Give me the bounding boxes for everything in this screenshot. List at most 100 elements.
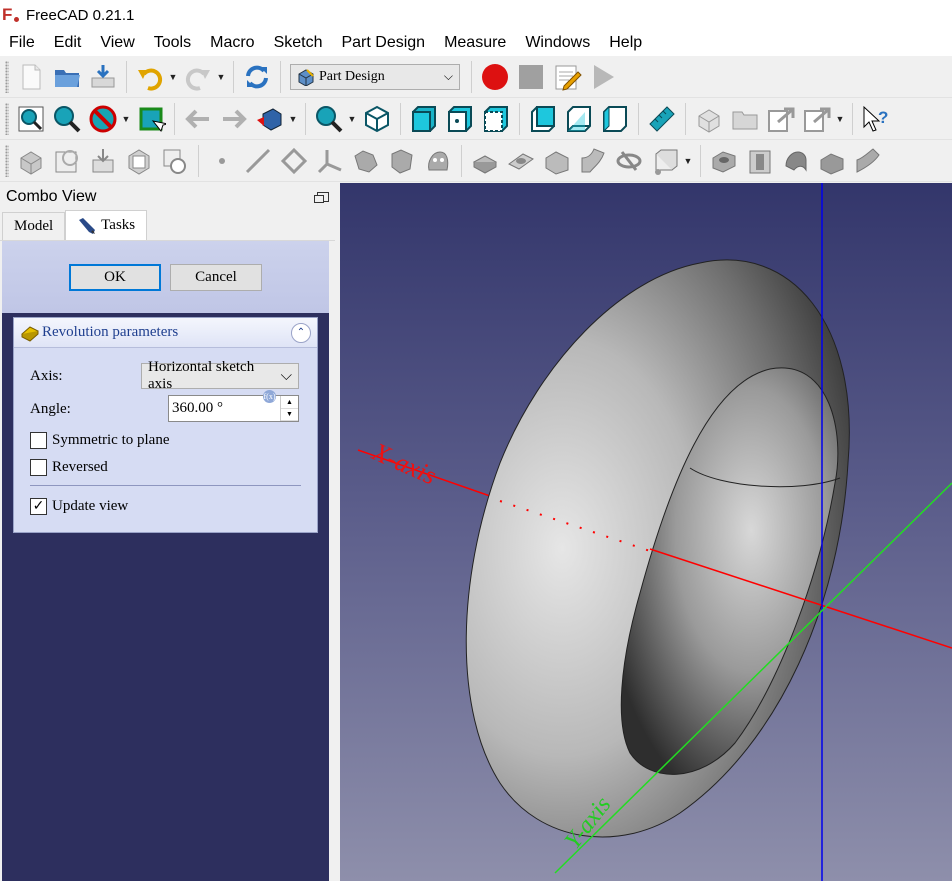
toolbar-grip[interactable] (5, 144, 9, 177)
rear-view-icon[interactable] (525, 101, 561, 137)
pocket-icon[interactable] (503, 143, 539, 179)
angle-spinbox[interactable]: 360.00 ° f(x) ▲ ▼ (168, 390, 299, 422)
redo-dropdown-icon[interactable]: ▼ (216, 72, 226, 82)
pad-icon[interactable] (467, 143, 503, 179)
subtractive-pipe-icon[interactable] (814, 143, 850, 179)
zoom-icon[interactable] (311, 101, 347, 137)
update-view-checkbox[interactable]: ✓ (30, 498, 47, 515)
sub-shape-binder-icon[interactable] (348, 143, 384, 179)
fit-selection-icon[interactable] (49, 101, 85, 137)
toolbar-grip[interactable] (5, 102, 9, 135)
back-icon[interactable] (180, 101, 216, 137)
menu-macro[interactable]: Macro (201, 30, 264, 56)
datum-plane-icon[interactable] (276, 143, 312, 179)
subtractive-loft-icon[interactable] (778, 143, 814, 179)
ok-button[interactable]: OK (69, 264, 161, 291)
menu-view[interactable]: View (91, 30, 144, 56)
revolution-parameters-panel: Revolution parameters ⌃ Axis: Horizontal… (13, 317, 318, 533)
group-icon[interactable] (727, 101, 763, 137)
redo-icon[interactable] (180, 59, 216, 95)
cancel-button[interactable]: Cancel (170, 264, 262, 291)
additive-dropdown-icon[interactable]: ▼ (683, 156, 693, 166)
save-file-icon[interactable] (85, 59, 121, 95)
subtractive-helix-icon[interactable] (850, 143, 886, 179)
stop-macro-icon[interactable] (513, 59, 549, 95)
local-cs-icon[interactable] (312, 143, 348, 179)
link-icon[interactable] (763, 101, 799, 137)
forward-icon[interactable] (216, 101, 252, 137)
part-icon[interactable] (691, 101, 727, 137)
revolution-icon[interactable] (539, 143, 575, 179)
bounding-box-icon[interactable] (133, 101, 169, 137)
link-actions-icon[interactable] (799, 101, 835, 137)
groove-icon[interactable] (575, 143, 611, 179)
draw-style-icon[interactable] (85, 101, 121, 137)
datum-line-icon[interactable] (240, 143, 276, 179)
undock-icon[interactable] (314, 192, 329, 203)
angle-label: Angle: (30, 401, 71, 417)
workbench-label: Part Design (319, 68, 385, 84)
additive-loft-icon[interactable] (611, 143, 647, 179)
update-view-row[interactable]: ✓ Update view (30, 498, 128, 515)
menu-help[interactable]: Help (600, 30, 652, 56)
toolbar-file: ▼ ▼ Part Design ⌵ (0, 56, 952, 98)
validate-sketch-icon[interactable] (85, 143, 121, 179)
link-dropdown-icon[interactable]: ▼ (835, 114, 845, 124)
symmetric-row[interactable]: Symmetric to plane (30, 432, 169, 449)
reversed-checkbox[interactable] (30, 459, 47, 476)
menu-edit[interactable]: Edit (45, 30, 92, 56)
expression-icon[interactable]: f(x) (263, 390, 276, 403)
front-view-icon[interactable] (406, 101, 442, 137)
menu-sketch[interactable]: Sketch (265, 30, 333, 56)
zoom-dropdown-icon[interactable]: ▼ (347, 114, 357, 124)
run-macro-icon[interactable] (585, 59, 621, 95)
edit-macro-icon[interactable] (549, 59, 585, 95)
3d-viewport[interactable]: X-axis Y-axis (340, 183, 952, 881)
menu-windows[interactable]: Windows (516, 30, 600, 56)
fit-all-icon[interactable] (13, 101, 49, 137)
whats-this-icon[interactable]: ? (858, 101, 894, 137)
right-view-icon[interactable] (478, 101, 514, 137)
menu-measure[interactable]: Measure (435, 30, 516, 56)
tab-tasks[interactable]: Tasks (65, 210, 148, 240)
axis-select[interactable]: Horizontal sketch axis ⌵ (141, 359, 299, 392)
undo-dropdown-icon[interactable]: ▼ (168, 72, 178, 82)
clone-body-icon[interactable] (420, 143, 456, 179)
datum-point-icon[interactable] (204, 143, 240, 179)
left-view-icon[interactable] (597, 101, 633, 137)
sub-shape-binder2-icon[interactable] (384, 143, 420, 179)
top-view-icon[interactable] (442, 101, 478, 137)
shape-binder-icon[interactable] (121, 143, 157, 179)
collapse-icon[interactable]: ⌃ (291, 322, 311, 343)
record-macro-icon[interactable] (477, 59, 513, 95)
bottom-view-icon[interactable] (561, 101, 597, 137)
subtractive-box-icon[interactable] (706, 143, 742, 179)
undo-icon[interactable] (132, 59, 168, 95)
menu-part-design[interactable]: Part Design (332, 30, 435, 56)
refresh-icon[interactable] (239, 59, 275, 95)
create-sketch-icon[interactable] (49, 143, 85, 179)
step-up-icon[interactable]: ▲ (281, 396, 298, 409)
clone-icon[interactable] (157, 143, 193, 179)
reversed-row[interactable]: Reversed (30, 459, 108, 476)
step-down-icon[interactable]: ▼ (281, 409, 298, 421)
std-views-dropdown-icon[interactable]: ▼ (288, 114, 298, 124)
task-button-row: OK Cancel (2, 241, 329, 313)
create-body-icon[interactable] (13, 143, 49, 179)
angle-stepper[interactable]: ▲ ▼ (280, 396, 298, 421)
draw-style-dropdown-icon[interactable]: ▼ (121, 114, 131, 124)
tab-model[interactable]: Model (2, 212, 66, 240)
open-file-icon[interactable] (49, 59, 85, 95)
workbench-selector[interactable]: Part Design ⌵ (290, 63, 460, 90)
hole-icon[interactable] (742, 143, 778, 179)
symmetric-checkbox[interactable] (30, 432, 47, 449)
measure-distance-icon[interactable] (644, 101, 680, 137)
new-file-icon[interactable] (13, 59, 49, 95)
toolbar-grip[interactable] (5, 60, 9, 93)
std-views-icon[interactable] (252, 101, 288, 137)
additive-pipe-icon[interactable] (647, 143, 683, 179)
tasks-pen-icon (79, 217, 96, 234)
isometric-view-icon[interactable] (359, 101, 395, 137)
menu-tools[interactable]: Tools (145, 30, 201, 56)
menu-file[interactable]: File (0, 30, 45, 56)
